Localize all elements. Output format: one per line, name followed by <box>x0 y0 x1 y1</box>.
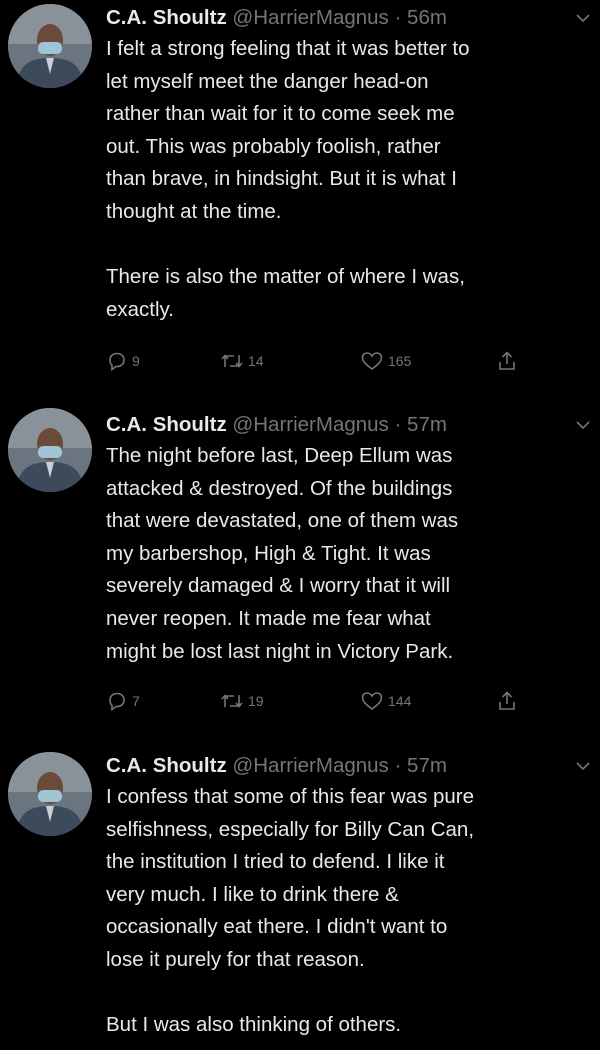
separator: · <box>394 754 402 777</box>
retweet-icon <box>221 354 243 368</box>
tweet-actions: 7 19 144 <box>106 689 526 713</box>
tweet-actions: 9 14 165 <box>106 349 526 373</box>
share-button[interactable] <box>496 689 518 713</box>
author-name[interactable]: C.A. Shoultz <box>106 6 227 29</box>
avatar[interactable] <box>8 408 92 492</box>
retweet-button[interactable]: 19 <box>220 689 264 713</box>
like-count: 144 <box>388 693 412 709</box>
heart-icon <box>361 692 383 711</box>
separator: · <box>394 413 402 436</box>
avatar[interactable] <box>8 4 92 88</box>
reply-count: 7 <box>132 693 140 709</box>
avatar[interactable] <box>8 752 92 836</box>
author-name[interactable]: C.A. Shoultz <box>106 754 227 777</box>
reply-icon <box>109 692 125 712</box>
tweet-header: C.A. Shoultz @HarrierMagnus · 57m <box>106 410 590 440</box>
tweet-header: C.A. Shoultz @HarrierMagnus · 57m <box>106 751 590 781</box>
reply-button[interactable]: 7 <box>106 689 140 713</box>
avatar-image <box>8 752 92 836</box>
timestamp[interactable]: 57m <box>407 754 447 777</box>
retweet-icon <box>221 694 243 708</box>
avatar-image <box>8 4 92 88</box>
reply-count: 9 <box>132 353 140 369</box>
timestamp[interactable]: 56m <box>407 6 447 29</box>
heart-icon <box>361 352 383 371</box>
avatar-image <box>8 408 92 492</box>
retweet-count: 14 <box>248 353 264 369</box>
reply-button[interactable]: 9 <box>106 349 140 373</box>
tweet-text: I confess that some of this fear was pur… <box>106 785 475 1037</box>
like-count: 165 <box>388 353 412 369</box>
share-button[interactable] <box>496 349 518 373</box>
tweet-text: I felt a strong feeling that it was bett… <box>106 37 470 321</box>
reply-icon <box>109 352 125 372</box>
author-name[interactable]: C.A. Shoultz <box>106 413 227 436</box>
like-button[interactable]: 165 <box>360 349 411 373</box>
author-handle[interactable]: @HarrierMagnus <box>232 754 388 777</box>
tweet-header: C.A. Shoultz @HarrierMagnus · 56m <box>106 3 590 33</box>
retweet-button[interactable]: 14 <box>220 349 264 373</box>
chevron-down-icon[interactable] <box>574 9 592 27</box>
chevron-down-icon[interactable] <box>574 757 592 775</box>
separator: · <box>394 6 402 29</box>
author-handle[interactable]: @HarrierMagnus <box>232 413 388 436</box>
author-handle[interactable]: @HarrierMagnus <box>232 6 388 29</box>
retweet-count: 19 <box>248 693 264 709</box>
like-button[interactable]: 144 <box>360 689 411 713</box>
share-icon <box>499 351 515 370</box>
timestamp[interactable]: 57m <box>407 413 447 436</box>
chevron-down-icon[interactable] <box>574 416 592 434</box>
share-icon <box>499 691 515 710</box>
tweet-text: The night before last, Deep Ellum was at… <box>106 444 459 663</box>
